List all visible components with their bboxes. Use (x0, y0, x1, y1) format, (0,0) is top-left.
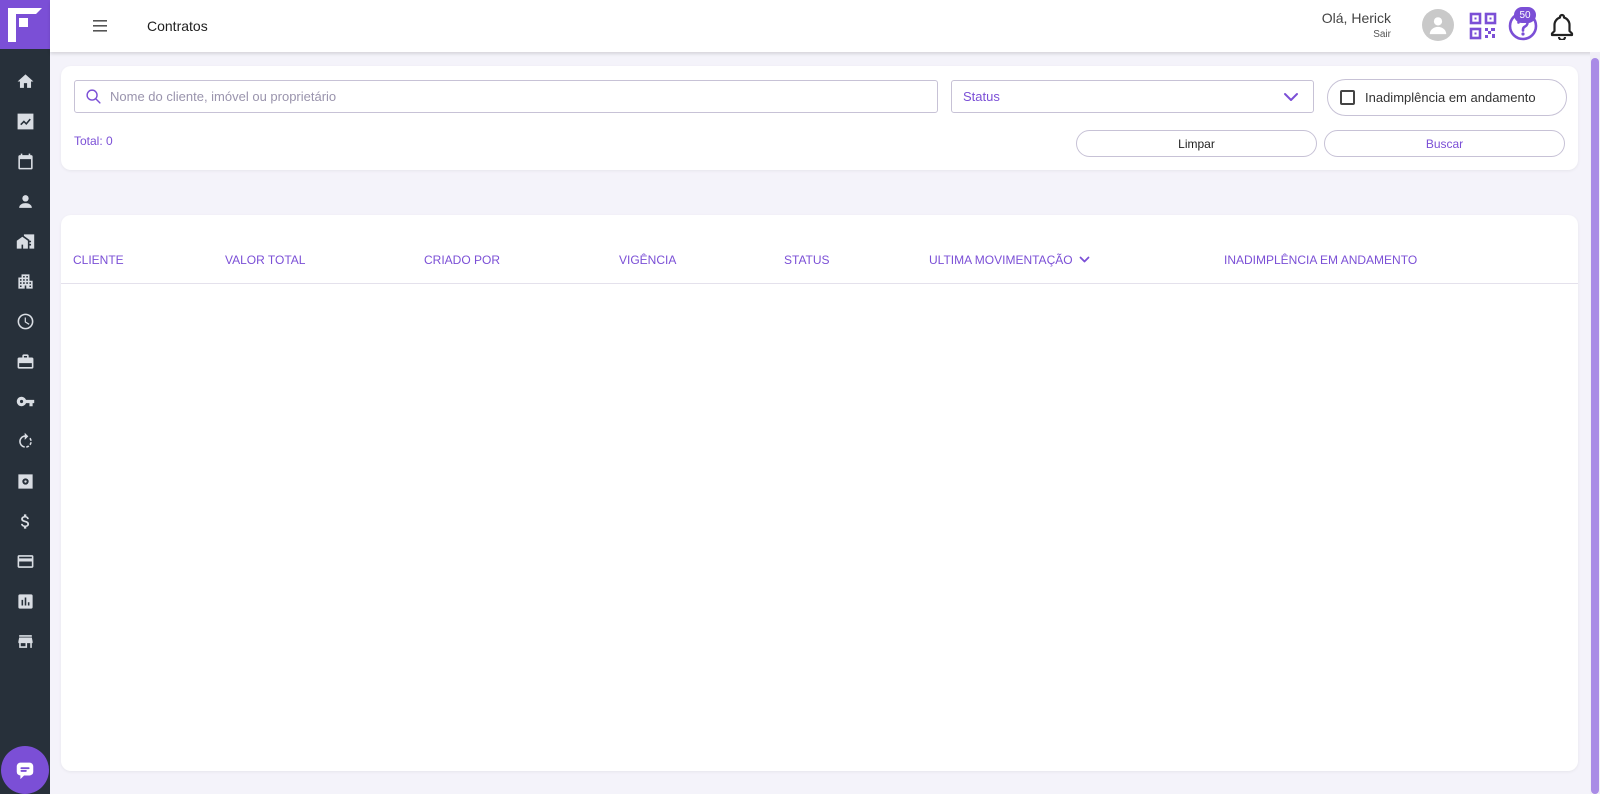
sidebar-item-services[interactable] (0, 341, 50, 381)
key-icon (16, 396, 34, 406)
status-select-label: Status (963, 89, 1000, 104)
search-icon (86, 89, 101, 104)
briefcase-icon (17, 353, 33, 369)
column-header-created-by[interactable]: CRIADO POR (424, 253, 500, 267)
search-field[interactable] (74, 80, 938, 113)
user-avatar-icon (1429, 17, 1447, 35)
trending-icon (17, 113, 33, 129)
chat-button[interactable] (1, 746, 49, 794)
column-label: VIGÊNCIA (619, 253, 677, 267)
sidebar-item-finance[interactable] (0, 501, 50, 541)
column-header-total-value[interactable]: VALOR TOTAL (225, 253, 305, 267)
column-header-client[interactable]: CLIENTE (73, 253, 124, 267)
delinquency-checkbox[interactable] (1340, 90, 1355, 105)
sidebar-item-store[interactable] (0, 621, 50, 661)
calendar-icon (17, 153, 33, 169)
sidebar-item-properties[interactable] (0, 221, 50, 261)
column-header-validity[interactable]: VIGÊNCIA (619, 253, 676, 267)
bar-chart-icon (17, 593, 33, 609)
page-title: Contratos (147, 18, 208, 34)
store-icon (17, 634, 33, 648)
sidebar-item-keys[interactable] (0, 381, 50, 421)
dollar-icon (20, 513, 29, 529)
table-header-row: CLIENTE VALOR TOTAL CRIADO POR VIGÊNCIA … (61, 215, 1578, 284)
top-header: Contratos Olá, Herick Sair (50, 0, 1600, 52)
clear-button[interactable]: Limpar (1076, 130, 1317, 157)
qr-code-icon[interactable] (1469, 12, 1497, 40)
sidebar-item-history[interactable] (0, 301, 50, 341)
chat-icon (16, 762, 34, 780)
hamburger-icon (93, 20, 107, 32)
chevron-down-icon (1284, 92, 1298, 101)
column-label: CLIENTE (73, 253, 124, 267)
clock-icon (17, 313, 33, 329)
sidebar-nav (0, 49, 50, 661)
sidebar-item-home[interactable] (0, 61, 50, 101)
column-label: INADIMPLÊNCIA EM ANDAMENTO (1224, 253, 1418, 267)
rotate-icon (18, 432, 32, 448)
sort-chevron-down-icon[interactable] (1079, 256, 1090, 264)
sidebar (0, 0, 50, 794)
column-header-delinquency[interactable]: INADIMPLÊNCIA EM ANDAMENTO (1224, 253, 1417, 267)
notification-badge: 50 (1514, 7, 1536, 23)
home-icon (17, 73, 33, 88)
status-select[interactable]: Status (951, 80, 1314, 113)
menu-toggle-button[interactable] (88, 14, 112, 38)
column-header-status[interactable]: STATUS (784, 253, 830, 267)
total-count: Total: 0 (74, 134, 113, 148)
avatar[interactable] (1422, 9, 1454, 41)
app-logo[interactable] (0, 0, 50, 49)
safe-icon (17, 473, 33, 489)
person-icon (18, 194, 32, 208)
column-label: CRIADO POR (424, 253, 501, 267)
column-label: ULTIMA MOVIMENTAÇÃO (929, 253, 1073, 267)
search-input[interactable] (110, 89, 910, 104)
apartment-icon (17, 273, 33, 289)
sidebar-item-clients[interactable] (0, 181, 50, 221)
sidebar-item-reports[interactable] (0, 581, 50, 621)
sidebar-item-calendar[interactable] (0, 141, 50, 181)
sidebar-item-vault[interactable] (0, 461, 50, 501)
notification-bell-icon[interactable] (1548, 12, 1576, 40)
scrollbar-thumb[interactable] (1591, 58, 1599, 794)
column-label: STATUS (784, 253, 830, 267)
delinquency-filter-toggle[interactable]: Inadimplência em andamento (1327, 79, 1567, 116)
sidebar-item-dashboard[interactable] (0, 101, 50, 141)
column-label: VALOR TOTAL (225, 253, 306, 267)
column-header-last-movement[interactable]: ULTIMA MOVIMENTAÇÃO (929, 253, 1090, 267)
sidebar-item-renewals[interactable] (0, 421, 50, 461)
logout-link[interactable]: Sair (1322, 29, 1391, 40)
delinquency-checkbox-label: Inadimplência em andamento (1365, 90, 1536, 105)
filter-panel: Status Inadimplência em andamento Total:… (61, 66, 1578, 170)
credit-card-icon (17, 554, 33, 568)
user-info: Olá, Herick Sair (1322, 10, 1391, 40)
user-greeting: Olá, Herick (1321, 10, 1391, 26)
sidebar-item-payments[interactable] (0, 541, 50, 581)
building-icon (16, 233, 34, 249)
contracts-table: CLIENTE VALOR TOTAL CRIADO POR VIGÊNCIA … (61, 215, 1578, 771)
sidebar-item-condominiums[interactable] (0, 261, 50, 301)
logo-icon (8, 7, 42, 42)
search-button[interactable]: Buscar (1324, 130, 1565, 157)
